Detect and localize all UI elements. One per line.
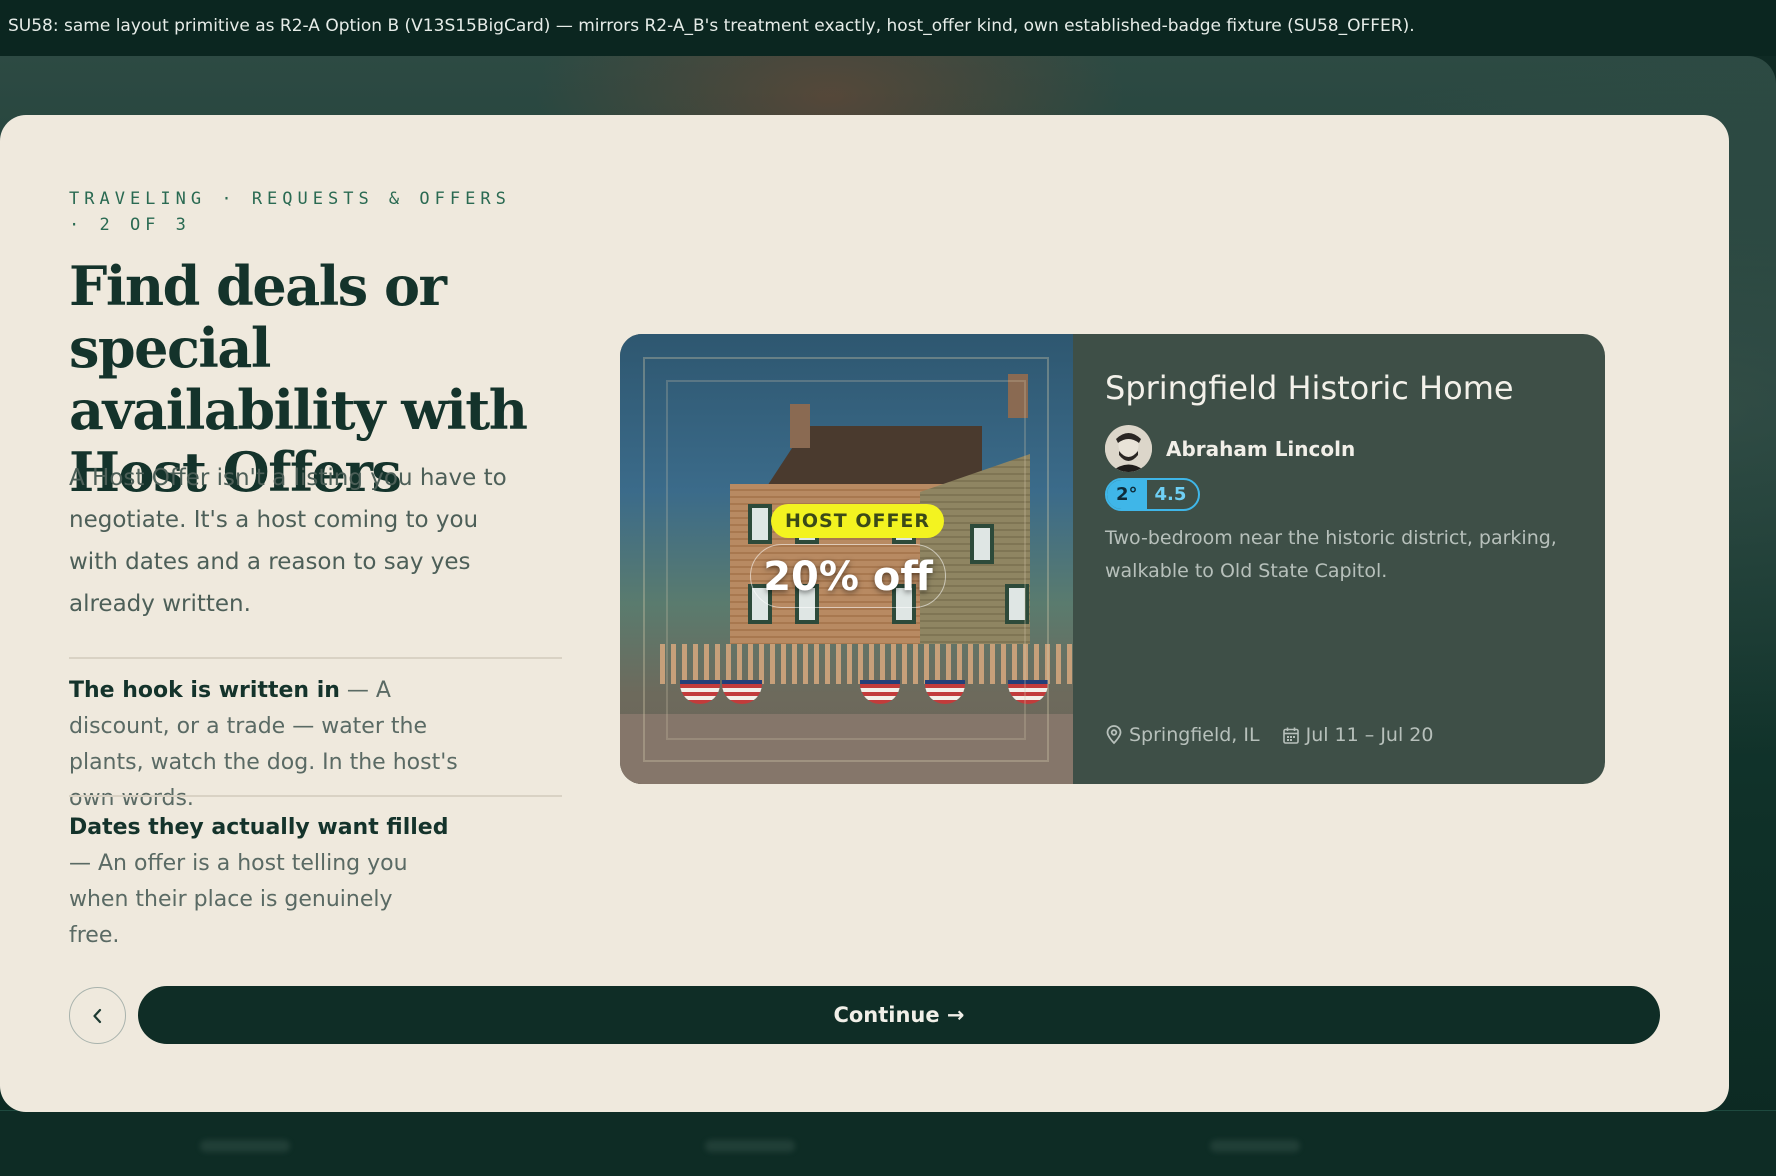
host-offer-badge: HOST OFFER [771,504,945,538]
intro-paragraph: A Host Offer isn't a listing you have to… [69,465,507,617]
listing-photo: HOST OFFER 20% off [620,334,1073,784]
continue-button[interactable]: Continue → [138,986,1660,1044]
divider [69,795,562,797]
calendar-icon [1282,727,1299,744]
background-blur [1210,1140,1300,1152]
feature-title: The hook is written in [69,678,340,703]
host-name: Abraham Lincoln [1166,437,1356,461]
onboarding-modal: TRAVELING · REQUESTS & OFFERS · 2 OF 3 F… [0,115,1729,1112]
listing-description: Two-bedroom near the historic district, … [1105,527,1557,582]
debug-banner: SU58: same layout primitive as R2-A Opti… [0,0,1776,56]
divider [69,657,562,659]
host-avatar [1105,425,1152,472]
back-button[interactable] [69,987,126,1044]
feature-title: Dates they actually want filled [69,815,449,840]
location-pin-icon [1106,725,1122,745]
background-blur [200,1140,290,1152]
listing-dates: Jul 11 – Jul 20 [1305,724,1434,746]
feature-point: Dates they actually want filled — An off… [69,810,449,954]
listing-info: Springfield Historic Home Abraham Lincol… [1073,334,1605,784]
listing-location: Springfield, IL [1129,724,1260,746]
host-offer-card[interactable]: HOST OFFER 20% off Springfield Historic … [620,334,1605,784]
background-blur [705,1140,795,1152]
host-rating: 4.5 [1154,484,1187,505]
connection-degree: 2° [1107,480,1147,509]
step-eyebrow: TRAVELING · REQUESTS & OFFERS · 2 OF 3 [69,189,511,235]
listing-title: Springfield Historic Home [1105,369,1514,407]
listing-meta: Springfield, IL Jul 11 – Jul 20 [1105,724,1433,746]
chevron-left-icon [92,1008,101,1023]
trust-pill: 2° 4.5 [1105,478,1201,511]
feature-body: — An offer is a host telling you when th… [69,851,408,948]
discount-label: 20% off [763,554,933,600]
